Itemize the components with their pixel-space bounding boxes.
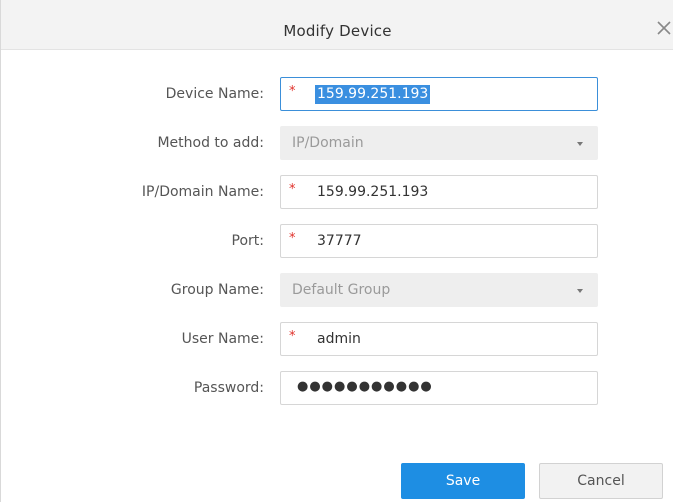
method-to-add-select[interactable]: IP/Domain bbox=[280, 126, 598, 160]
required-mark: * bbox=[289, 329, 296, 344]
password-label: Password: bbox=[193, 380, 264, 396]
required-mark: * bbox=[289, 84, 296, 99]
port-label: Port: bbox=[231, 233, 264, 249]
cancel-button[interactable]: Cancel bbox=[539, 463, 663, 499]
port-input[interactable]: * 37777 bbox=[280, 224, 598, 258]
ip-domain-name-value: 159.99.251.193 bbox=[317, 184, 429, 200]
required-mark: * bbox=[289, 231, 296, 246]
dialog-title: Modify Device bbox=[283, 22, 392, 40]
chevron-down-icon bbox=[577, 142, 583, 146]
method-to-add-value: IP/Domain bbox=[292, 135, 364, 151]
close-icon[interactable] bbox=[654, 18, 673, 38]
user-name-value: admin bbox=[317, 331, 361, 347]
required-mark: * bbox=[289, 182, 296, 197]
device-name-value: 159.99.251.193 bbox=[315, 85, 431, 104]
device-name-label: Device Name: bbox=[165, 86, 264, 102]
device-name-input[interactable]: * 159.99.251.193 bbox=[280, 77, 598, 111]
method-to-add-label: Method to add: bbox=[157, 135, 264, 151]
password-value: ●●●●●●●●●●● bbox=[297, 379, 433, 394]
ip-domain-name-input[interactable]: * 159.99.251.193 bbox=[280, 175, 598, 209]
group-name-label: Group Name: bbox=[170, 282, 264, 298]
group-name-value: Default Group bbox=[292, 282, 391, 298]
port-value: 37777 bbox=[317, 233, 362, 249]
password-row: Password: ●●●●●●●●●●● bbox=[1, 371, 673, 405]
ip-domain-name-row: IP/Domain Name: * 159.99.251.193 bbox=[1, 175, 673, 209]
group-name-select[interactable]: Default Group bbox=[280, 273, 598, 307]
device-name-row: Device Name: * 159.99.251.193 bbox=[1, 77, 673, 111]
password-input[interactable]: ●●●●●●●●●●● bbox=[280, 371, 598, 405]
save-button[interactable]: Save bbox=[401, 463, 525, 499]
user-name-row: User Name: * admin bbox=[1, 322, 673, 356]
ip-domain-name-label: IP/Domain Name: bbox=[141, 184, 264, 200]
modify-device-dialog: Modify Device Device Name: * 159.99.251.… bbox=[0, 0, 673, 502]
port-row: Port: * 37777 bbox=[1, 224, 673, 258]
group-name-row: Group Name: Default Group bbox=[1, 273, 673, 307]
dialog-titlebar: Modify Device bbox=[1, 0, 673, 50]
method-to-add-row: Method to add: IP/Domain bbox=[1, 126, 673, 160]
chevron-down-icon bbox=[577, 289, 583, 293]
user-name-input[interactable]: * admin bbox=[280, 322, 598, 356]
user-name-label: User Name: bbox=[181, 331, 264, 347]
